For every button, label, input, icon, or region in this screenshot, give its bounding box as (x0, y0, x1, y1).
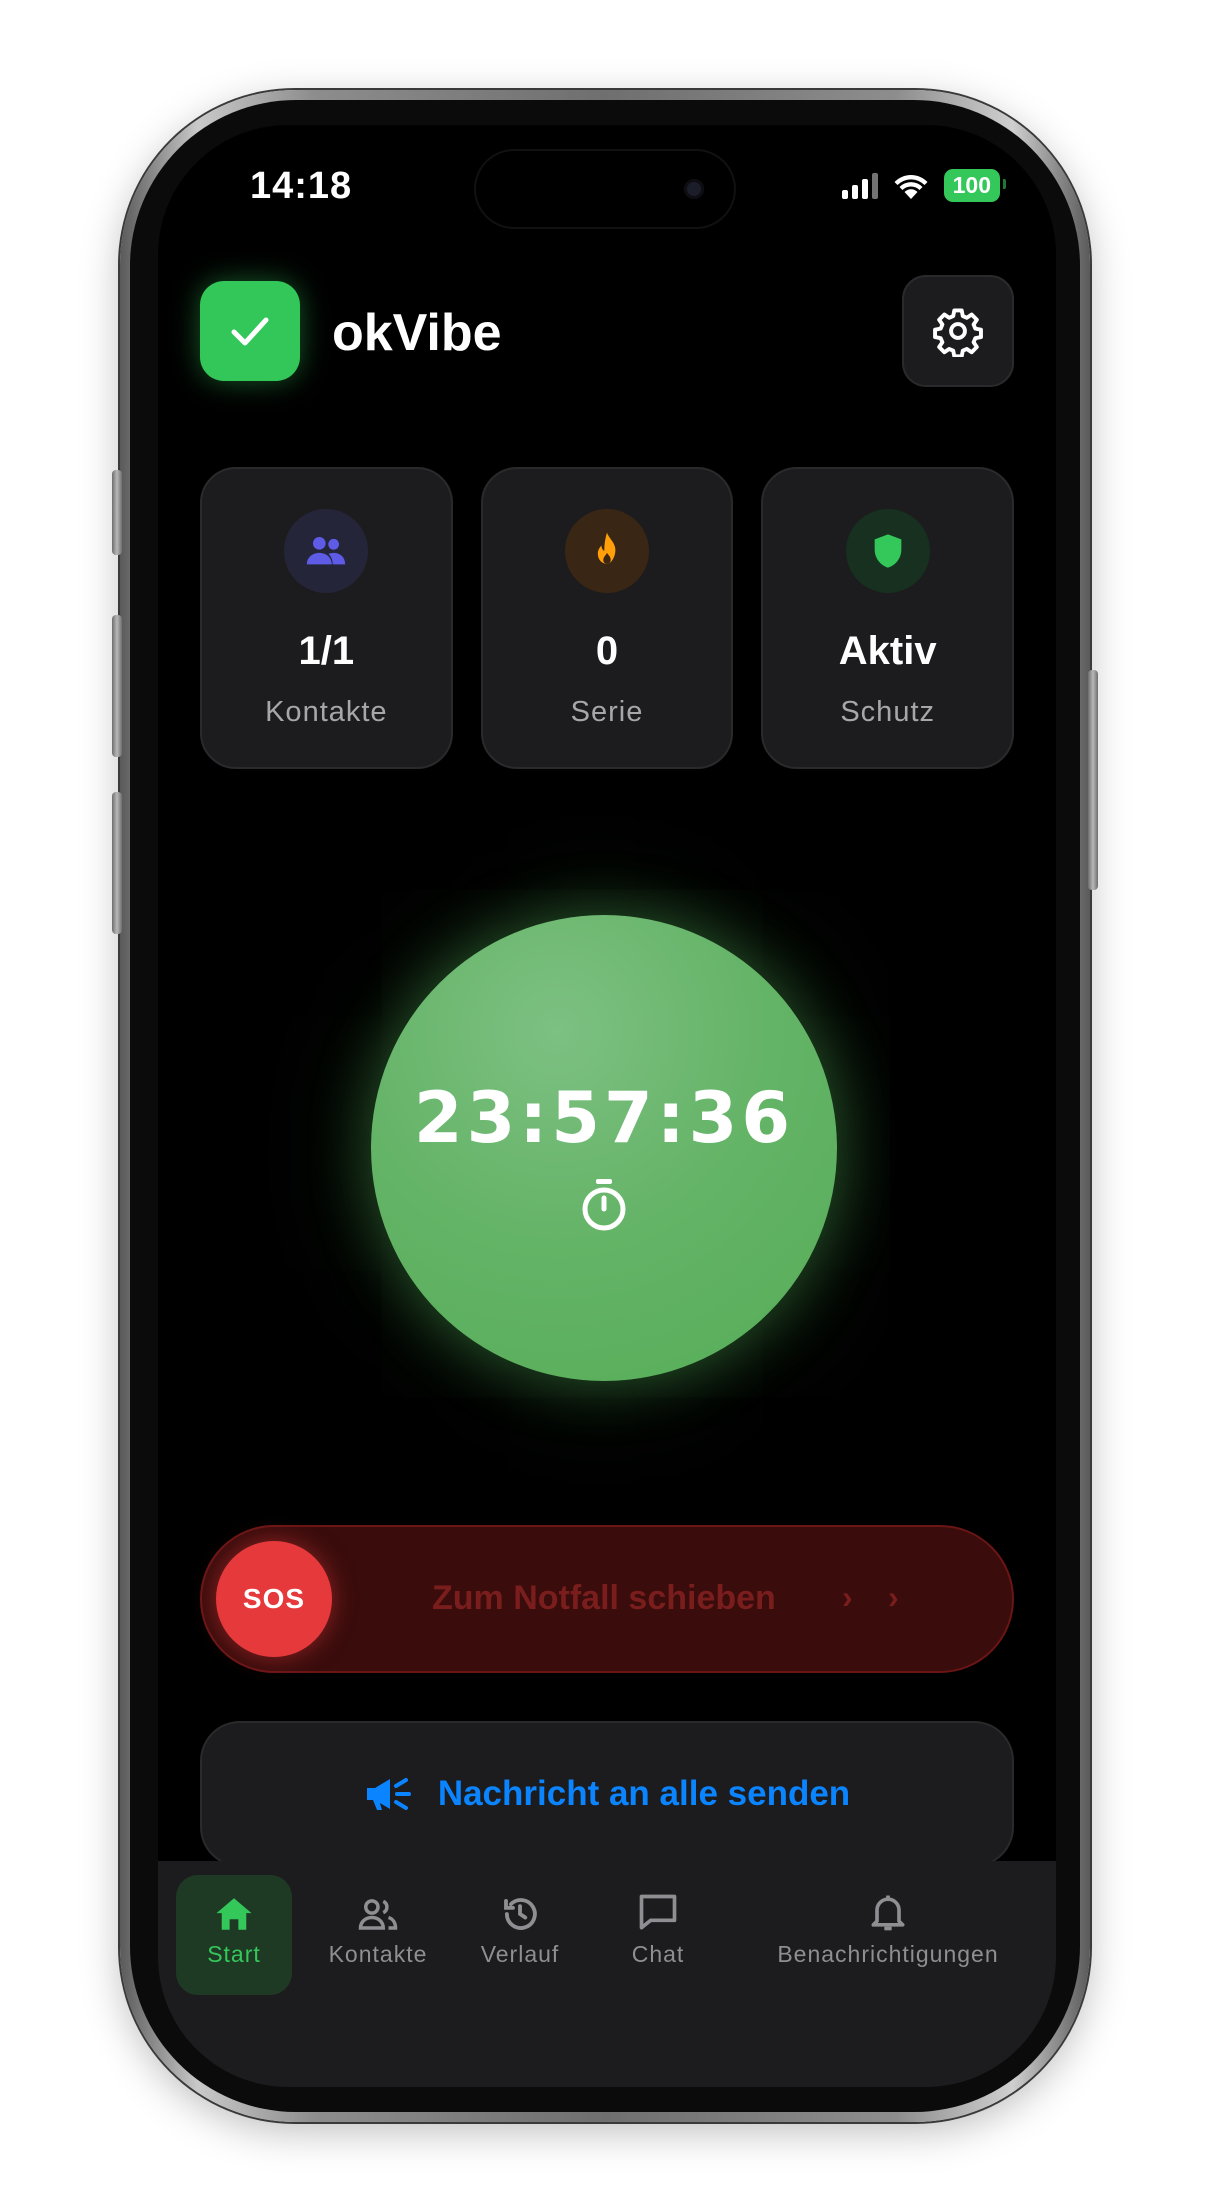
timer-circle-button[interactable]: 23:57:36 (371, 915, 837, 1381)
stat-card-contacts[interactable]: 1/1 Kontakte (200, 467, 453, 769)
stat-value: Aktiv (838, 629, 937, 673)
app-title: okVibe (332, 304, 502, 362)
chevron-right-icon: › (842, 1579, 853, 1615)
tab-benachrichtigungen[interactable]: Benachrichtigungen (758, 1875, 1018, 1995)
settings-button[interactable] (902, 275, 1014, 387)
status-time: 14:18 (250, 165, 353, 207)
sos-knob[interactable]: SOS (216, 1541, 332, 1657)
stats-row: 1/1 Kontakte 0 Serie Aktiv Schutz (200, 467, 1015, 769)
stat-value: 0 (595, 629, 619, 673)
chat-icon (596, 1875, 720, 1935)
broadcast-button[interactable]: Nachricht an alle senden (200, 1721, 1014, 1867)
action-button (112, 470, 122, 555)
stat-label: Schutz (840, 696, 936, 728)
front-camera (684, 179, 704, 199)
shield-icon (845, 509, 930, 593)
status-icons: 100 (841, 169, 1007, 202)
dynamic-island (476, 151, 734, 227)
screen: 14:18 100 okVibe 1/1 Kontakte 0 Serie Ak… (158, 125, 1056, 2087)
tab-label: Kontakte (328, 1941, 428, 1967)
countdown-text: 23:57:36 (413, 1077, 795, 1159)
megaphone-icon (366, 1778, 411, 1810)
stat-card-protection[interactable]: Aktiv Schutz (761, 467, 1015, 769)
status-bar: 14:18 100 (158, 125, 1056, 245)
sos-slider[interactable]: SOS Zum Notfall schieben › › (200, 1525, 1014, 1673)
tab-label: Verlauf (480, 1941, 560, 1967)
wifi-icon (894, 174, 928, 199)
stat-label: Kontakte (265, 696, 388, 728)
volume-down-button (112, 792, 122, 934)
tab-kontakte[interactable]: Kontakte (316, 1875, 440, 1995)
tab-label: Start (207, 1941, 261, 1967)
tab-verlauf[interactable]: Verlauf (458, 1875, 582, 1995)
chevron-right-icon: › (888, 1579, 899, 1615)
tab-start[interactable]: Start (176, 1875, 292, 1995)
history-icon (458, 1875, 582, 1935)
battery-indicator: 100 (943, 169, 1007, 202)
broadcast-label: Nachricht an alle senden (437, 1774, 851, 1813)
gear-icon (933, 308, 983, 357)
power-button (1088, 670, 1098, 890)
app-logo (200, 281, 300, 381)
volume-up-button (112, 615, 122, 757)
app-header: okVibe (158, 265, 1056, 387)
checkmark-icon (231, 317, 269, 346)
stat-label: Serie (570, 696, 644, 728)
stopwatch-icon (582, 1179, 626, 1231)
flame-icon (565, 509, 649, 593)
home-icon (176, 1875, 292, 1935)
check-in-timer[interactable]: 23:57:36 (371, 915, 837, 1381)
tab-label: Chat (631, 1941, 685, 1967)
people-icon (284, 509, 369, 593)
cellular-signal-icon (841, 172, 878, 199)
bell-icon (758, 1875, 1018, 1935)
tab-chat[interactable]: Chat (596, 1875, 720, 1995)
tab-bar: Start Kontakte Verlauf Chat Benachrichti… (158, 1861, 1056, 2087)
stat-value: 1/1 (298, 629, 355, 673)
contacts-icon (316, 1875, 440, 1935)
tab-label: Benachrichtigungen (777, 1941, 999, 1967)
stat-card-streak[interactable]: 0 Serie (480, 467, 734, 769)
sos-slide-label: Zum Notfall schieben (432, 1579, 776, 1617)
